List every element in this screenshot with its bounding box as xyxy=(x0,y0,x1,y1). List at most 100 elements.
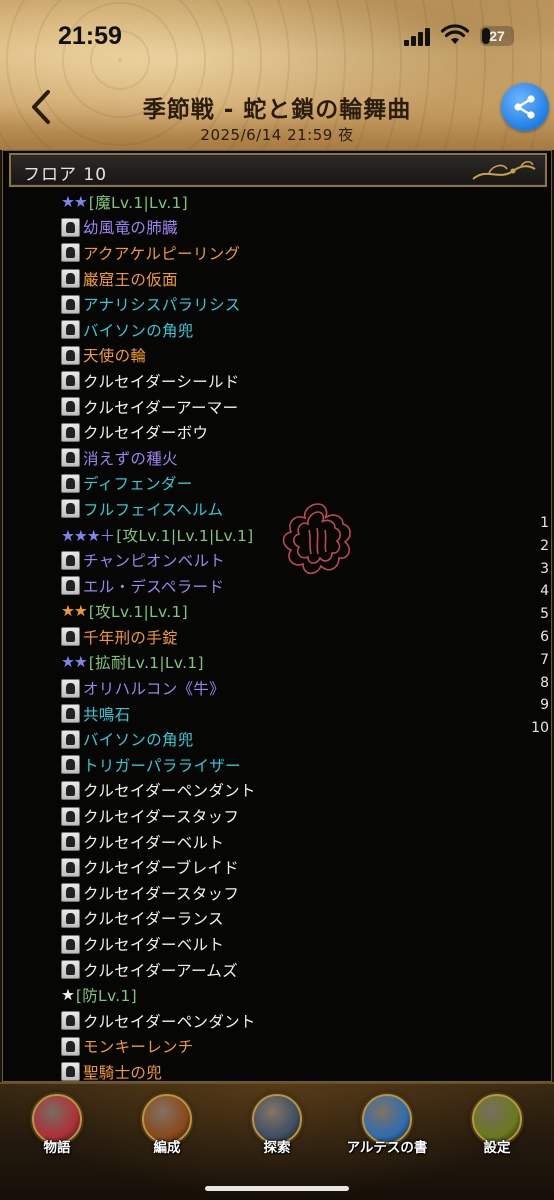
share-icon xyxy=(514,95,535,119)
equipment-row[interactable]: 巌窟王の仮面 xyxy=(61,266,381,292)
belt-icon xyxy=(61,550,80,570)
equipment-row[interactable]: モンキーレンチ xyxy=(61,1034,381,1060)
set-bonus-row[interactable]: ★ [防Lv.1] xyxy=(61,982,381,1008)
equipment-name: クルセイダーペンダント xyxy=(83,782,256,801)
rarity-stars: ★★ xyxy=(61,602,88,621)
nav-item-3[interactable]: 探索 xyxy=(232,1092,322,1162)
pouch-icon xyxy=(61,448,80,468)
signal-icon xyxy=(404,28,434,46)
status-bar: 21:59 27 xyxy=(0,0,554,70)
page-index-item[interactable]: 4 xyxy=(523,583,553,606)
nav-item-2[interactable]: 編成 xyxy=(122,1092,212,1162)
nav-item-5[interactable]: 設定 xyxy=(452,1092,542,1162)
equipment-name: ディフェンダー xyxy=(83,475,193,494)
set-bonus-tag: [拡耐Lv.1|Lv.1] xyxy=(88,654,204,673)
equipment-name: アクアケルピーリング xyxy=(83,244,241,263)
page-index[interactable]: 1 2 3 4 5 6 7 8 9 10 xyxy=(523,515,553,743)
floor-label: フロア 10 xyxy=(23,165,108,185)
equipment-row[interactable]: クルセイダーシールド xyxy=(61,368,381,394)
equipment-row[interactable]: クルセイダーブレイド xyxy=(61,854,381,880)
equipment-row[interactable]: アクアケルピーリング xyxy=(61,240,381,266)
equipment-name: クルセイダースタッフ xyxy=(83,884,240,903)
equipment-row[interactable]: ディフェンダー xyxy=(61,471,381,497)
helmet-icon xyxy=(61,499,80,519)
equipment-row[interactable]: 天使の輪 xyxy=(61,343,381,369)
equipment-row[interactable]: 共鳴石 xyxy=(61,701,381,727)
shackle-icon xyxy=(61,627,80,647)
battery-level: 27 xyxy=(489,28,505,44)
staff-icon xyxy=(61,883,80,903)
equipment-name: 千年刑の手錠 xyxy=(83,628,178,647)
analysis-icon xyxy=(61,294,80,314)
rarity-stars: ★★ xyxy=(61,192,88,211)
equipment-row[interactable]: 消えずの種火 xyxy=(61,445,381,471)
equipment-row[interactable]: バイソンの角兜 xyxy=(61,317,381,343)
sword-icon xyxy=(61,473,80,493)
page-index-item[interactable]: 9 xyxy=(523,697,553,720)
equipment-row[interactable]: クルセイダーベルト xyxy=(61,829,381,855)
nav-label: 編成 xyxy=(153,1140,181,1156)
equipment-name: クルセイダーペンダント xyxy=(83,1012,256,1031)
equipment-row[interactable]: アナリシスパラリシス xyxy=(61,291,381,317)
equipment-row[interactable]: オリハルコン《牛》 xyxy=(61,675,381,701)
equipment-name: 聖騎士の兜 xyxy=(83,1063,163,1082)
equipment-row[interactable]: 幼風竜の肺臓 xyxy=(61,215,381,241)
equipment-name: エル・デスペラード xyxy=(83,577,225,596)
bow-icon xyxy=(61,422,80,442)
equipment-name: モンキーレンチ xyxy=(83,1038,194,1057)
equipment-name: フルフェイスヘルム xyxy=(83,500,224,519)
page-index-item[interactable]: 3 xyxy=(523,561,553,584)
set-bonus-row[interactable]: ★★ [攻Lv.1|Lv.1] xyxy=(61,599,381,625)
equipment-name: 天使の輪 xyxy=(83,347,147,366)
equipment-name: アナリシスパラリシス xyxy=(83,296,241,315)
equipment-row[interactable]: バイソンの角兜 xyxy=(61,726,381,752)
equipment-row[interactable]: クルセイダースタッフ xyxy=(61,880,381,906)
equipment-row[interactable]: クルセイダーアーマー xyxy=(61,394,381,420)
equipment-row[interactable]: クルセイダーペンダント xyxy=(61,1008,381,1034)
equipment-row[interactable]: クルセイダーランス xyxy=(61,906,381,932)
equipment-name: クルセイダーブレイド xyxy=(83,859,239,878)
armor-icon xyxy=(61,397,80,417)
share-button[interactable] xyxy=(501,83,549,131)
nav-label: 探索 xyxy=(263,1140,291,1156)
blade-icon xyxy=(61,857,80,877)
equipment-row[interactable]: 聖騎士の兜 xyxy=(61,1059,381,1085)
pendant-icon xyxy=(61,780,80,800)
set-bonus-tag: [魔Lv.1|Lv.1] xyxy=(88,193,189,212)
equipment-name: 幼風竜の肺臓 xyxy=(83,219,178,238)
equipment-row[interactable]: クルセイダーアームズ xyxy=(61,957,381,983)
floor-bar: フロア 10 xyxy=(9,153,547,187)
ring-icon xyxy=(61,243,80,263)
equipment-name: トリガーパラライザー xyxy=(83,756,241,775)
rarity-stars: ★ xyxy=(61,986,75,1005)
nav-item-4[interactable]: アルテスの書 xyxy=(342,1092,432,1162)
equipment-name: オリハルコン《牛》 xyxy=(83,680,225,699)
set-bonus-row[interactable]: ★★ [魔Lv.1|Lv.1] xyxy=(61,189,381,215)
page-title: 季節戦 - 蛇と鎖の輪舞曲 xyxy=(142,97,412,123)
page-index-item[interactable]: 5 xyxy=(523,606,553,629)
helmet-icon xyxy=(61,1062,80,1082)
equipment-row[interactable]: クルセイダースタッフ xyxy=(61,803,381,829)
equipment-row[interactable]: トリガーパラライザー xyxy=(61,752,381,778)
chain-icon xyxy=(61,576,80,596)
equipment-row[interactable]: クルセイダーペンダント xyxy=(61,778,381,804)
equipment-row[interactable]: クルセイダーボウ xyxy=(61,419,381,445)
pendant-icon xyxy=(61,1011,80,1031)
page-index-item[interactable]: 6 xyxy=(523,629,553,652)
set-bonus-row[interactable]: ★★ [拡耐Lv.1|Lv.1] xyxy=(61,650,381,676)
header: 21:59 27 季節戦 - 蛇と鎖の輪舞曲 2025/6/14 21:59 夜 xyxy=(0,0,554,150)
page-index-item[interactable]: 1 xyxy=(523,515,553,538)
page-index-item[interactable]: 7 xyxy=(523,652,553,675)
helmet-icon xyxy=(61,269,80,289)
equipment-name: 巌窟王の仮面 xyxy=(83,270,178,289)
floor-panel[interactable]: フロア 10 ★★ [魔Lv.1|Lv.1] 幼風竜の肺臓 アクアケルピーリング 巌窟王… xyxy=(2,150,553,1108)
page-index-item[interactable]: 10 xyxy=(523,720,553,743)
item-list[interactable]: ★★ [魔Lv.1|Lv.1] 幼風竜の肺臓 アクアケルピーリング 巌窟王の仮面 アナリシ… xyxy=(61,189,381,1110)
nav-item-1[interactable]: 物語 xyxy=(12,1092,102,1162)
helmet-icon xyxy=(61,320,80,340)
equipment-row[interactable]: クルセイダーベルト xyxy=(61,931,381,957)
page-index-item[interactable]: 2 xyxy=(523,538,553,561)
equipment-row[interactable]: 千年刑の手錠 xyxy=(61,624,381,650)
status-time: 21:59 xyxy=(58,22,122,50)
page-index-item[interactable]: 8 xyxy=(523,675,553,698)
